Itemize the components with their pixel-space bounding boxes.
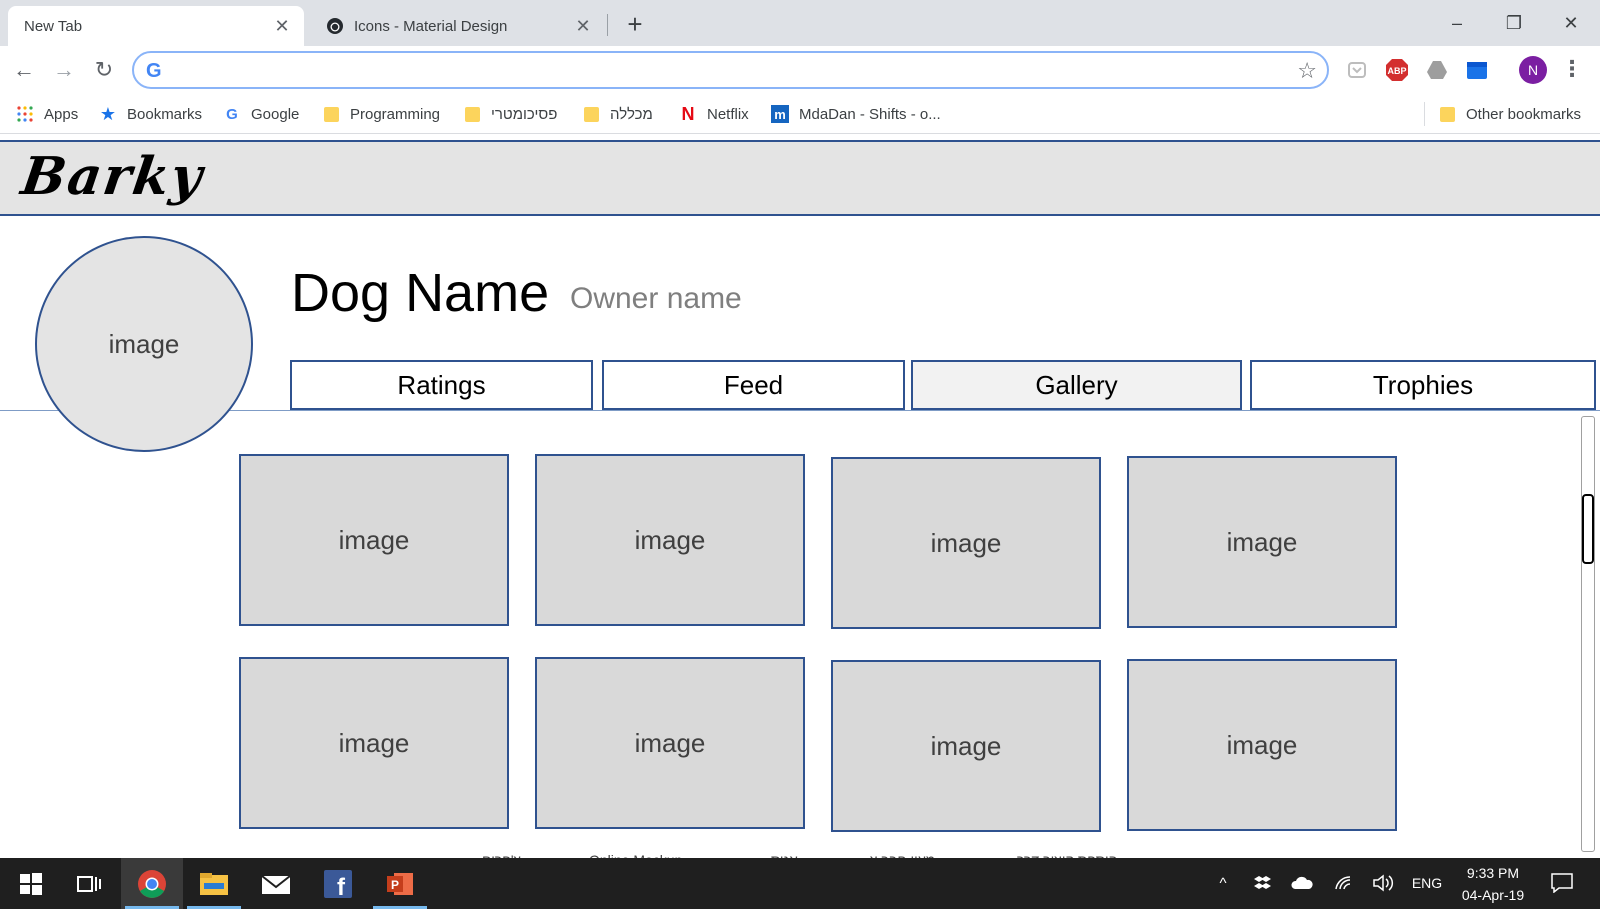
bookmark-apps[interactable]: Apps <box>16 102 78 126</box>
menu-icon[interactable]: ⋮ <box>1560 56 1584 84</box>
powerpoint-icon[interactable]: P <box>369 858 431 909</box>
bookmark-college[interactable]: מכללה <box>582 102 653 126</box>
svg-text:P: P <box>391 878 399 892</box>
bookmark-label: Google <box>251 105 300 123</box>
forward-icon[interactable]: → <box>48 54 80 86</box>
folder-icon <box>582 105 600 123</box>
github-icon <box>326 17 344 35</box>
apps-grid-icon <box>16 105 34 123</box>
pocket-icon[interactable] <box>1345 58 1369 82</box>
window-close-button[interactable]: ✕ <box>1548 6 1594 40</box>
svg-text:f: f <box>337 874 346 898</box>
bookmarks-separator <box>1424 102 1425 126</box>
bookmark-bookmarks[interactable]: ★ Bookmarks <box>99 102 202 126</box>
bookmark-label: MdaDan - Shifts - o... <box>799 105 941 123</box>
svg-text:ABP: ABP <box>1387 66 1406 76</box>
tab-new-tab[interactable]: New Tab ✕ <box>8 6 304 46</box>
folder-icon <box>322 105 340 123</box>
bookmark-label: Other bookmarks <box>1466 105 1582 123</box>
back-icon[interactable]: ← <box>8 54 40 86</box>
chrome-icon[interactable] <box>121 858 183 909</box>
brand-header: Barky <box>0 140 1600 216</box>
browser-toolbar: ← → ↻ G ☆ ABP N ⋮ <box>0 46 1600 94</box>
bookmark-other[interactable]: Other bookmarks <box>1438 102 1581 126</box>
address-bar[interactable]: G ☆ <box>132 51 1329 89</box>
folder-icon <box>463 105 481 123</box>
dog-name: Dog Name <box>291 263 550 323</box>
bookmarks-bar: Apps ★ Bookmarks G Google Programming פס… <box>0 94 1600 134</box>
profile-avatar[interactable]: N <box>1519 56 1547 84</box>
adblock-icon[interactable]: ABP <box>1385 58 1409 82</box>
tab-title: Icons - Material Design <box>354 17 508 35</box>
task-view-icon[interactable] <box>58 858 120 909</box>
bookmark-label: Apps <box>44 105 79 123</box>
close-icon[interactable]: ✕ <box>272 16 292 36</box>
gallery-image[interactable]: image <box>831 457 1101 629</box>
drive-icon[interactable] <box>1425 58 1449 82</box>
folder-icon <box>1438 105 1456 123</box>
facebook-icon[interactable]: f <box>307 858 369 909</box>
bookmark-label: מכללה <box>610 105 653 123</box>
page-content: Barky image Dog Name Owner name Ratings … <box>0 134 1600 868</box>
tab-separator <box>607 14 608 36</box>
bookmark-netflix[interactable]: N Netflix <box>679 102 749 126</box>
netflix-icon: N <box>681 103 695 124</box>
file-explorer-icon[interactable] <box>183 858 245 909</box>
taskbar: f P ^ ENG 9:33 PM 04-Apr-19 <box>0 858 1600 909</box>
calendar-icon[interactable] <box>1465 58 1489 82</box>
system-clock[interactable]: 9:33 PM 04-Apr-19 <box>1452 862 1534 906</box>
mdadan-icon: m <box>771 105 789 123</box>
profile-image: image <box>35 236 253 452</box>
bookmark-label: פסיכומטרי <box>491 105 558 123</box>
tab-icons-material-design[interactable]: Icons - Material Design ✕ <box>310 6 605 46</box>
close-icon[interactable]: ✕ <box>573 16 593 36</box>
language-indicator[interactable]: ENG <box>1408 870 1446 896</box>
restore-button[interactable]: ❐ <box>1491 6 1537 40</box>
tab-strip: New Tab ✕ Icons - Material Design ✕ + – … <box>0 0 1600 46</box>
bookmark-google[interactable]: G Google <box>223 102 299 126</box>
notifications-icon[interactable] <box>1548 870 1576 896</box>
profile-divider <box>0 410 1600 411</box>
volume-icon[interactable] <box>1370 870 1396 896</box>
gallery-image[interactable]: image <box>1127 456 1397 628</box>
tab-trophies[interactable]: Trophies <box>1250 360 1596 410</box>
onedrive-icon[interactable] <box>1290 870 1314 896</box>
tab-title: New Tab <box>24 17 83 35</box>
star-icon: ★ <box>99 103 117 124</box>
clock-date: 04-Apr-19 <box>1461 887 1525 903</box>
bookmark-mdadan[interactable]: m MdaDan - Shifts - o... <box>771 102 941 126</box>
wifi-icon[interactable] <box>1331 870 1357 896</box>
scrollbar-thumb[interactable] <box>1582 494 1594 564</box>
gallery-image[interactable]: image <box>239 454 509 626</box>
google-icon: G <box>146 60 162 82</box>
gallery-image[interactable]: image <box>535 454 805 626</box>
address-input[interactable] <box>174 58 1254 82</box>
gallery-image[interactable]: image <box>239 657 509 829</box>
google-icon: G <box>226 105 238 123</box>
clock-time: 9:33 PM <box>1466 865 1520 881</box>
new-tab-button[interactable]: + <box>620 11 650 38</box>
bookmark-psychometric[interactable]: פסיכומטרי <box>463 102 557 126</box>
bookmark-star-icon[interactable]: ☆ <box>1297 58 1317 84</box>
scrollbar-track[interactable] <box>1581 416 1595 852</box>
brand-logo[interactable]: Barky <box>18 146 208 207</box>
tray-overflow-icon[interactable]: ^ <box>1212 870 1234 896</box>
bookmark-programming[interactable]: Programming <box>322 102 440 126</box>
tab-feed[interactable]: Feed <box>602 360 905 410</box>
minimize-button[interactable]: – <box>1434 6 1480 40</box>
bookmark-label: Programming <box>350 105 441 123</box>
gallery-image[interactable]: image <box>831 660 1101 832</box>
gallery-image[interactable]: image <box>1127 659 1397 831</box>
tab-gallery[interactable]: Gallery <box>911 360 1242 410</box>
dropbox-icon[interactable] <box>1251 870 1275 896</box>
windows-start-icon[interactable] <box>0 858 62 909</box>
gallery-image[interactable]: image <box>535 657 805 829</box>
owner-name[interactable]: Owner name <box>570 282 742 316</box>
tab-ratings[interactable]: Ratings <box>290 360 593 410</box>
reload-icon[interactable]: ↻ <box>88 54 120 86</box>
mail-icon[interactable] <box>245 858 307 909</box>
bookmark-label: Bookmarks <box>127 105 203 123</box>
bookmark-label: Netflix <box>707 105 749 123</box>
